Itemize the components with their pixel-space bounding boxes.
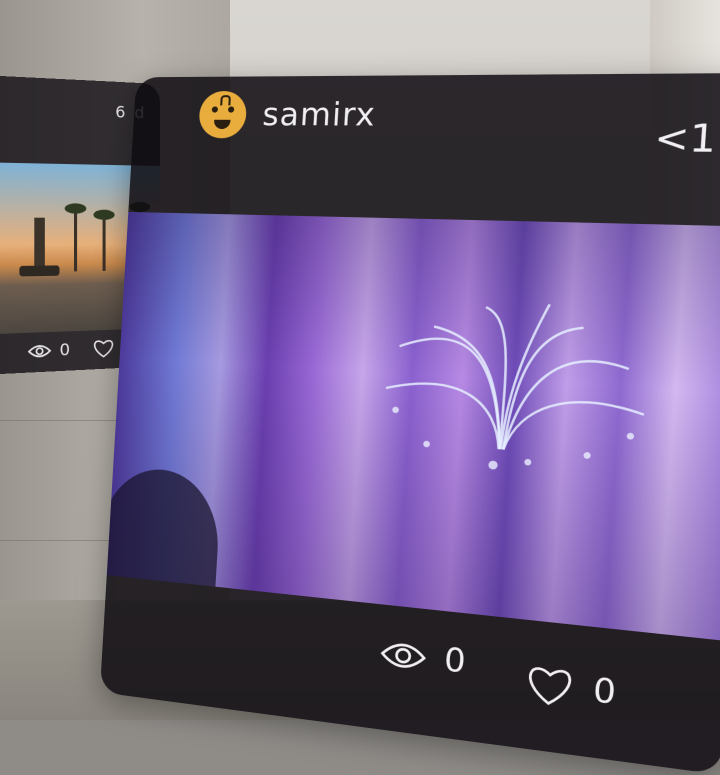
fountain-base: [19, 265, 59, 276]
main-likes-count: 0: [592, 671, 617, 712]
avatar-eye: [212, 106, 218, 112]
avatar-eye: [228, 106, 234, 112]
main-likes[interactable]: 0: [524, 661, 617, 713]
post-header: samirx <1': [129, 73, 720, 222]
main-post-card[interactable]: samirx <1' 0 0: [100, 73, 720, 775]
post-media[interactable]: [107, 212, 720, 641]
heart-icon: [92, 338, 114, 358]
palm-tree: [103, 216, 106, 271]
heart-icon: [524, 661, 576, 708]
main-views[interactable]: 0: [379, 634, 467, 681]
fountain-top: [34, 218, 45, 266]
avatar-tuft: [220, 95, 231, 105]
back-views[interactable]: 0: [28, 340, 70, 362]
main-views-count: 0: [443, 641, 467, 681]
fountain-spray: [359, 281, 670, 494]
avatar[interactable]: [198, 91, 248, 138]
username[interactable]: samirx: [261, 97, 376, 134]
eye-icon: [379, 638, 427, 673]
post-time: <1': [653, 116, 720, 162]
back-views-count: 0: [59, 340, 70, 360]
palm-tree: [74, 210, 77, 272]
avatar-mouth: [214, 120, 231, 129]
eye-icon: [28, 343, 51, 359]
